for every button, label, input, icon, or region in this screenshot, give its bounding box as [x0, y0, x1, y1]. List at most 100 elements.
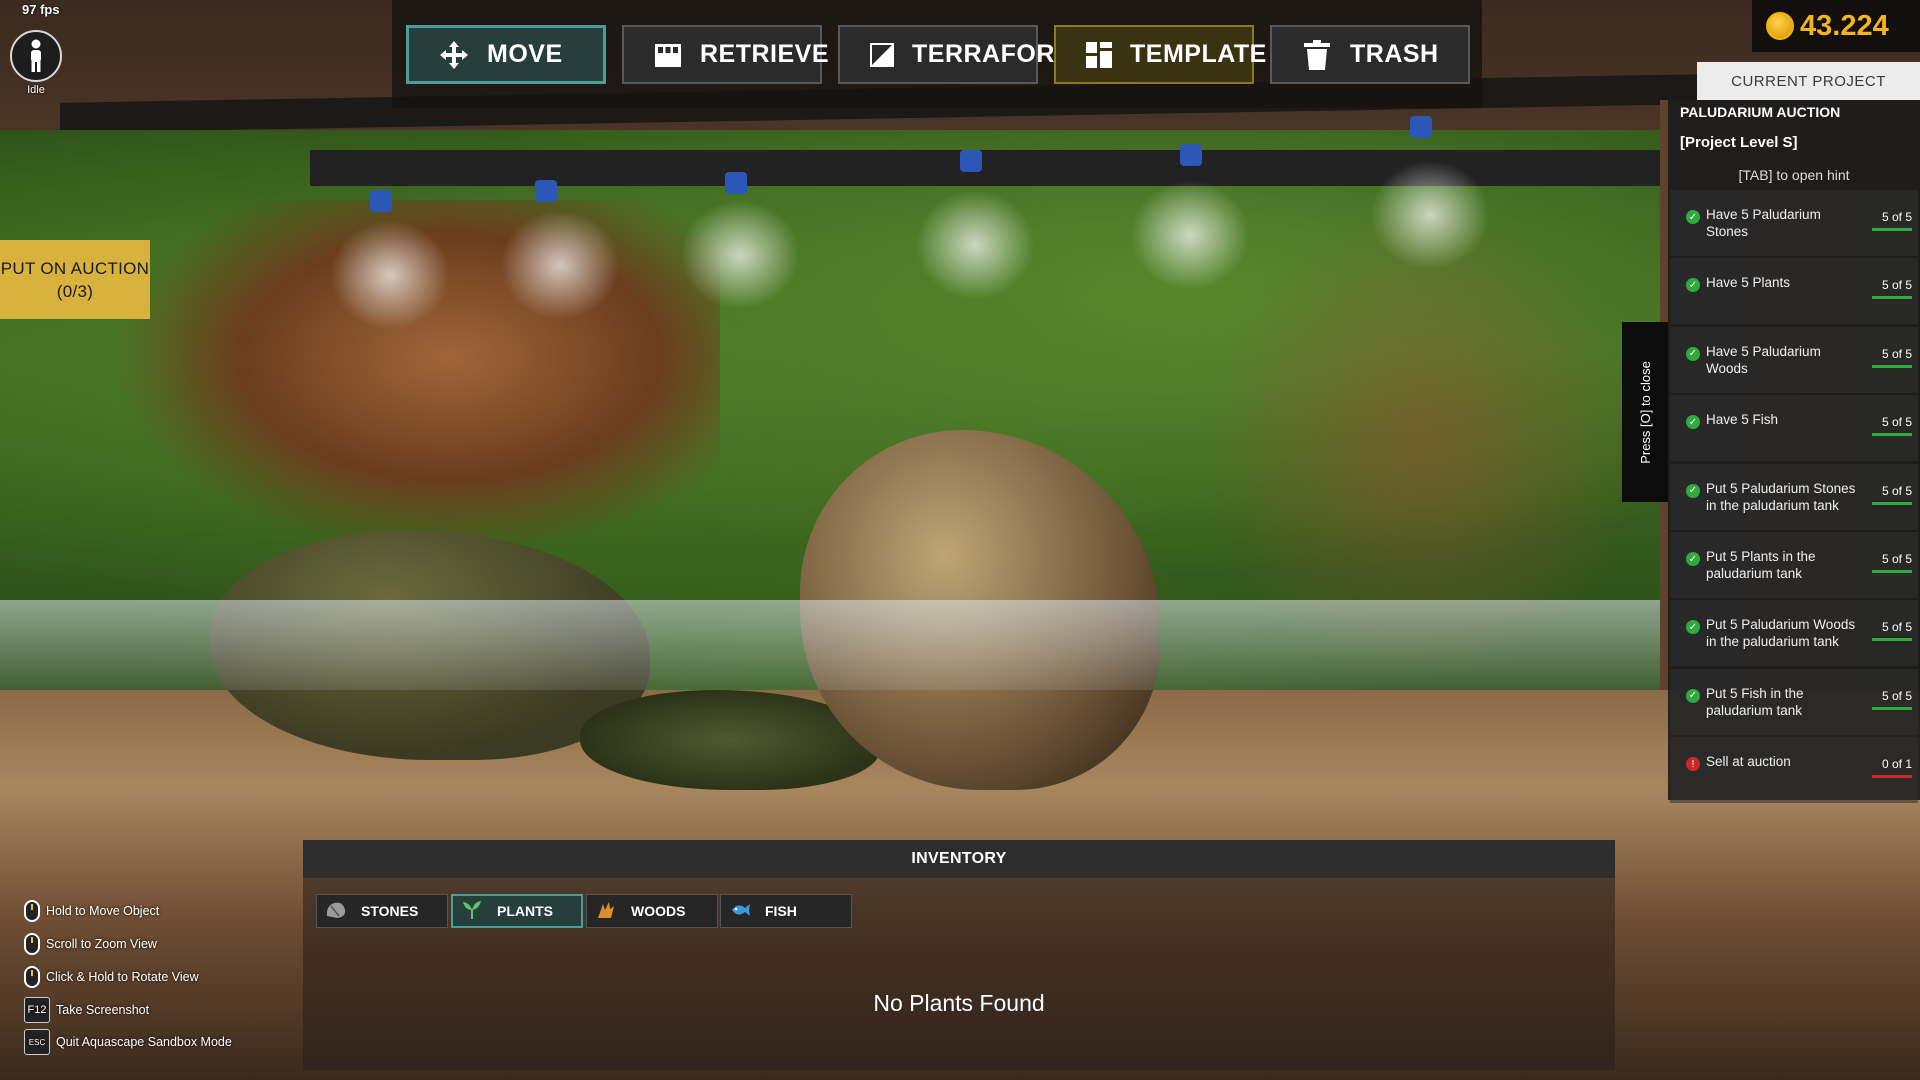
task-item: ✓ Have 5 Fish 5 of 5 [1670, 395, 1918, 462]
check-icon: ✓ [1686, 688, 1700, 703]
task-item: ✓ Put 5 Plants in the paludarium tank 5 of… [1670, 532, 1918, 598]
task-text: Put 5 Paludarium Stones in the paludariu… [1706, 480, 1856, 513]
task-count: 5 of 5 [1881, 346, 1912, 361]
trash-label: TRASH [1350, 40, 1439, 68]
esc-key-icon: ESC [24, 1029, 50, 1055]
fail-icon: ! [1686, 757, 1700, 772]
tab-fish-label: FISH [765, 903, 797, 919]
plant-icon [461, 900, 483, 923]
retrieve-icon [654, 40, 682, 70]
tab-plants[interactable]: PLANTS [451, 894, 583, 928]
task-count: 5 of 5 [1881, 278, 1912, 293]
task-text: Put 5 Paludarium Woods in the paludarium… [1706, 617, 1856, 650]
terraform-label: TERRAFORM [912, 40, 1077, 68]
task-count: 5 of 5 [1881, 415, 1912, 430]
task-text: Sell at auction [1706, 754, 1791, 770]
fps-counter: 97 fps [22, 2, 60, 17]
check-icon: ✓ [1686, 552, 1700, 566]
move-label: MOVE [487, 40, 563, 68]
wood-icon [595, 900, 617, 923]
trash-button[interactable]: TRASH [1270, 25, 1470, 84]
task-count: 0 of 1 [1881, 757, 1912, 772]
check-icon: ✓ [1686, 415, 1700, 430]
hint-screenshot: F12 Take Screenshot [24, 997, 149, 1023]
task-item: ✓ Put 5 Paludarium Stones in the paludari… [1670, 463, 1918, 530]
mist-cloud [1130, 180, 1250, 290]
coin-icon [1766, 12, 1794, 40]
retrieve-label: RETRIEVE [700, 40, 830, 68]
hint-zoom-label: Scroll to Zoom View [46, 937, 157, 951]
coin-balance: 43.224 [1752, 0, 1920, 52]
task-count: 5 of 5 [1881, 552, 1912, 566]
template-button[interactable]: TEMPLATE [1054, 25, 1266, 84]
player-status-label: Idle [27, 84, 45, 96]
hint-zoom: Scroll to Zoom View [24, 933, 157, 955]
task-count: 5 of 5 [1881, 210, 1912, 224]
move-button[interactable]: MOVE [406, 25, 606, 84]
fish-icon [729, 900, 751, 923]
mist-cloud [1370, 160, 1490, 270]
task-progress-bar [1872, 228, 1912, 231]
close-panel-tab[interactable]: Press [O] to close [1622, 322, 1668, 502]
mister-nozzle [725, 172, 747, 194]
tab-plants-label: PLANTS [497, 903, 553, 919]
project-title: PALUDARIUM AUCTION [1680, 104, 1841, 120]
project-level: [Project Level S] [1680, 134, 1798, 151]
template-label: TEMPLATE [1130, 40, 1267, 68]
hint-rotate: Click & Hold to Rotate View [24, 966, 199, 988]
task-item: ✓ Have 5 Plants 5 of 5 [1670, 258, 1918, 325]
task-item: ✓ Put 5 Fish in the paludarium tank 5 of 5 [1670, 668, 1918, 735]
terraform-button[interactable]: TERRAFORM [838, 25, 1076, 84]
coin-value: 43.224 [1800, 9, 1889, 42]
tab-woods-label: WOODS [631, 903, 686, 919]
mouse-icon [24, 933, 40, 955]
task-item: ✓ Have 5 Paludarium Stones 5 of 5 [1670, 190, 1918, 256]
hint-quit-label: Quit Aquascape Sandbox Mode [56, 1035, 232, 1049]
task-progress-bar [1872, 706, 1912, 710]
mist-cloud [500, 210, 620, 320]
retrieve-button[interactable]: RETRIEVE [622, 25, 829, 84]
inventory-header: INVENTORY [303, 840, 1615, 878]
tab-stones[interactable]: STONES [316, 894, 448, 928]
current-project-label: CURRENT PROJECT [1731, 72, 1886, 90]
trash-icon [1302, 39, 1332, 70]
task-text: Put 5 Plants in the paludarium tank [1706, 549, 1816, 581]
project-hint: [TAB] to open hint [1738, 167, 1850, 183]
tab-stones-label: STONES [361, 903, 419, 919]
task-text: Have 5 Paludarium Woods [1706, 343, 1821, 376]
f12-key-icon: F12 [24, 997, 50, 1023]
current-project-tab[interactable]: CURRENT PROJECT [1697, 62, 1920, 100]
check-icon: ✓ [1686, 210, 1700, 224]
mist-cloud [680, 200, 800, 310]
inventory-empty-message: No Plants Found [873, 990, 1045, 1016]
task-count: 5 of 5 [1881, 620, 1912, 635]
task-count: 5 of 5 [1881, 483, 1912, 498]
task-count: 5 of 5 [1881, 688, 1912, 703]
mouse-icon [24, 900, 40, 922]
put-on-auction-button[interactable]: PUT ON AUCTION (0/3) [0, 240, 150, 319]
mouse-icon [24, 966, 40, 988]
player-status: Idle [10, 30, 62, 96]
stone-icon [325, 900, 347, 923]
terraform-icon [870, 40, 894, 70]
mister-nozzle [960, 150, 982, 172]
tab-fish[interactable]: FISH [720, 894, 852, 928]
tab-woods[interactable]: WOODS [586, 894, 718, 928]
template-icon [1086, 40, 1112, 70]
inventory-title: INVENTORY [911, 850, 1007, 867]
hint-screenshot-label: Take Screenshot [56, 1003, 150, 1017]
task-item: ! Sell at auction 0 of 1 [1670, 737, 1918, 804]
mister-nozzle [370, 190, 392, 212]
task-progress-bar [1872, 501, 1912, 505]
task-progress-bar [1872, 364, 1912, 368]
mist-cloud [915, 190, 1035, 300]
hint-move: Hold to Move Object [24, 900, 159, 922]
task-progress-bar [1872, 775, 1912, 779]
task-progress-bar [1872, 296, 1912, 300]
check-icon: ✓ [1686, 346, 1700, 361]
task-progress-bar [1872, 570, 1912, 573]
task-progress-bar [1872, 433, 1912, 437]
check-icon: ✓ [1686, 278, 1700, 293]
mister-nozzle [1410, 116, 1432, 138]
mist-cloud [330, 220, 450, 330]
